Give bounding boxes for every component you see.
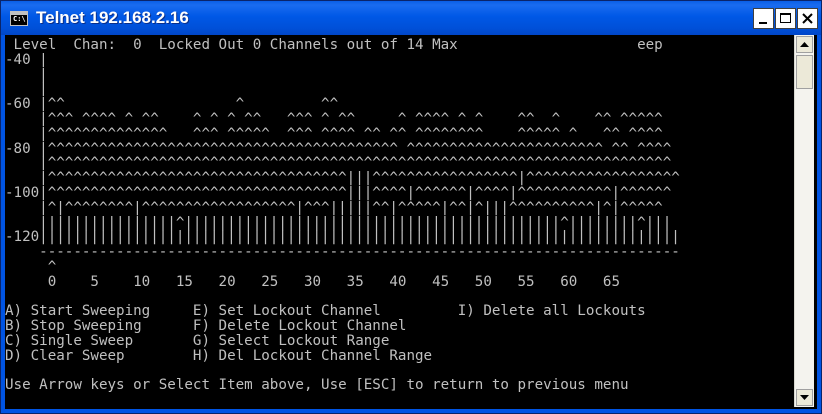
minimize-icon: [759, 22, 767, 24]
console-client-area[interactable]: Level Chan: 0 Locked Out 0 Channels out …: [5, 35, 817, 409]
maximize-button[interactable]: [775, 8, 796, 29]
telnet-window: C:\ Telnet 192.168.2.16 Level Chan: 0 Lo…: [0, 0, 822, 414]
scroll-up-button[interactable]: [796, 36, 813, 53]
console-line: ----------------------------------------…: [5, 244, 680, 261]
console-line: D) Clear Sweep H) Del Lockout Channel Ra…: [5, 347, 433, 364]
scroll-thumb[interactable]: [796, 55, 813, 89]
vertical-scrollbar[interactable]: [794, 35, 814, 407]
console-line: |^|^^^^^^^^|^^^^^^^^^^^^^^^^^^|^^^|||||^…: [5, 199, 663, 216]
console-line: |^^^^^^^^^^^^^^^^^^^^^^^^^^^^^^^^^^^^^^^…: [5, 155, 672, 172]
console-line: B) Stop Sweeping F) Delete Lockout Chann…: [5, 318, 407, 335]
window-title: Telnet 192.168.2.16: [36, 8, 189, 27]
console-line: 0 5 10 15 20 25 30 35 40 45 50 55 60 65: [5, 273, 620, 290]
console-line: |: [5, 81, 48, 98]
console-line: Level Chan: 0 Locked Out 0 Channels out …: [5, 37, 663, 53]
console-line: C) Single Sweep G) Select Lockout Range: [5, 333, 390, 349]
console-line: ||||||||||||||||^|||||||||||||||||||||||…: [5, 214, 672, 231]
console-line: A) Start Sweeping E) Set Lockout Channel…: [5, 303, 646, 320]
console-line: ^: [5, 259, 57, 275]
console-line: Use Arrow keys or Select Item above, Use…: [5, 377, 629, 394]
maximize-icon: [780, 13, 791, 23]
title-bar[interactable]: C:\ Telnet 192.168.2.16: [1, 1, 821, 35]
close-button[interactable]: [797, 8, 818, 29]
scroll-down-button[interactable]: [796, 389, 813, 406]
console-line: -60 |^^ ^ ^^: [5, 96, 339, 113]
cmd-prompt-icon[interactable]: C:\: [10, 11, 28, 26]
console-line: -120||||||||||||||||||||||||||||||||||||…: [5, 229, 680, 246]
console-line: |^^^ ^^^^ ^ ^^ ^ ^ ^ ^^ ^^^ ^ ^^ ^ ^^^^ …: [5, 111, 663, 127]
console-line: |^^^^^^^^^^^^^^ ^^^ ^^^^^ ^^^ ^^^^ ^^ ^^…: [5, 125, 663, 142]
console-line: |^^^^^^^^^^^^^^^^^^^^^^^^^^^^^^^^^^^|||^…: [5, 170, 680, 187]
console-line: -40 |: [5, 51, 48, 68]
console-line: |: [5, 66, 48, 83]
cmd-prompt-icon-text: C:\: [13, 15, 26, 23]
console-output[interactable]: Level Chan: 0 Locked Out 0 Channels out …: [5, 35, 794, 409]
arrow-up-icon: [800, 42, 809, 47]
console-line: -80 |^^^^^^^^^^^^^^^^^^^^^^^^^^^^^^^^^^^…: [5, 140, 672, 157]
close-icon: [802, 13, 813, 24]
arrow-down-icon: [800, 395, 809, 400]
minimize-button[interactable]: [753, 8, 774, 29]
console-line: -100|^^^^^^^^^^^^^^^^^^^^^^^^^^^^^^^^^^^…: [5, 185, 672, 201]
